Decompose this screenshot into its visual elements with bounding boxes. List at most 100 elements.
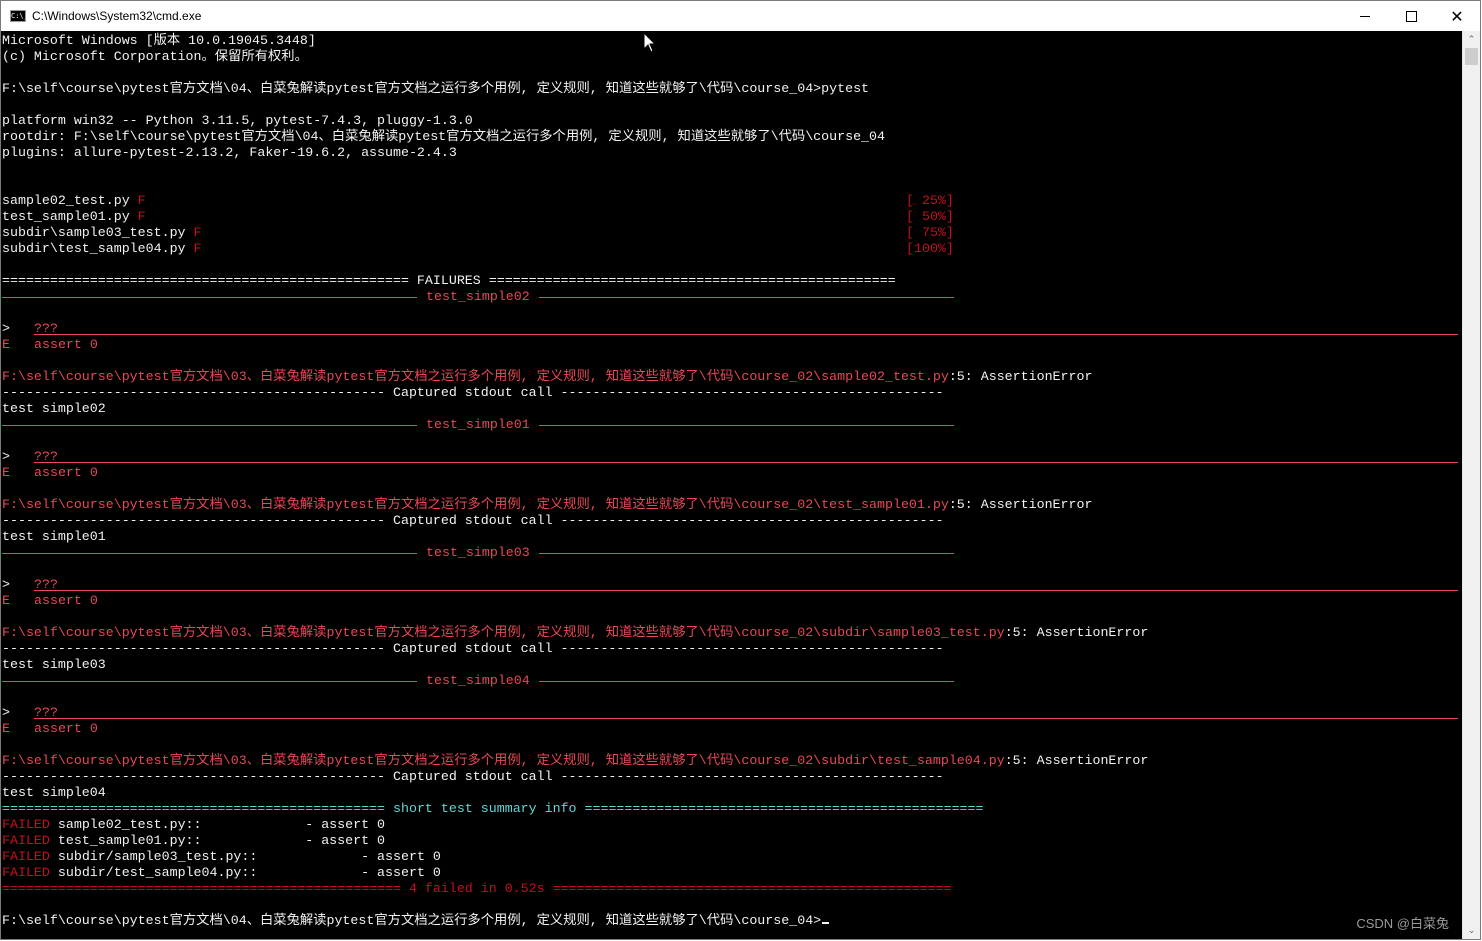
failure-location: F:\self\course\pytest官方文档\03、白菜兔解读pytest…: [2, 497, 1092, 513]
section-rule-left: [2, 425, 417, 426]
text-cursor: [822, 922, 830, 924]
progress-row: test_sample01.py F: [2, 209, 146, 225]
summary-test: subdir/test_sample04.py:: - assert 0: [57, 865, 441, 880]
captured-stdout-header: ----------------------------------------…: [2, 769, 944, 784]
console-line-rootdir: rootdir: F:\self\course\pytest官方文档\04、白菜…: [2, 129, 885, 144]
failure-location-suffix: :5: AssertionError: [948, 369, 1093, 384]
section-rule-right: [539, 297, 954, 298]
progress-result: F: [193, 241, 202, 256]
progress-file: test_sample01.py: [2, 209, 130, 224]
final-result-line: ========================================…: [2, 881, 952, 896]
scroll-up-button[interactable]: ⌃: [1463, 31, 1480, 48]
minimize-button[interactable]: [1342, 1, 1388, 31]
failure-location-path: F:\self\course\pytest官方文档\03、白菜兔解读pytest…: [2, 369, 949, 384]
summary-header: ========================================…: [2, 801, 984, 817]
final-prompt-text: F:\self\course\pytest官方文档\04、白菜兔解读pytest…: [2, 913, 822, 928]
failure-location-path: F:\self\course\pytest官方文档\03、白菜兔解读pytest…: [2, 497, 949, 512]
failure-test-name: test_simple01: [426, 417, 530, 432]
console-output[interactable]: Microsoft Windows [版本 10.0.19045.3448] (…: [1, 31, 1465, 939]
failure-error: assert 0: [34, 337, 98, 352]
chevron-down-icon: ⌄: [1467, 925, 1476, 936]
failure-location: F:\self\course\pytest官方文档\03、白菜兔解读pytest…: [2, 369, 1092, 385]
failure-arrow: >: [2, 577, 10, 592]
failure-error: assert 0: [34, 465, 98, 480]
failure-error: assert 0: [34, 593, 98, 608]
cmd-window: C:\_ C:\Windows\System32\cmd.exe ✕ Micro…: [0, 0, 1481, 940]
captured-stdout-header: ----------------------------------------…: [2, 641, 944, 656]
section-rule-right: [539, 553, 954, 554]
section-rule-right: [539, 681, 954, 682]
summary-row: FAILED test_sample01.py:: - assert 0: [2, 833, 385, 849]
section-rule-left: [2, 553, 417, 554]
summary-status: FAILED: [2, 833, 50, 848]
progress-row: subdir\sample03_test.py F: [2, 225, 202, 241]
summary-header-left: ========================================…: [2, 801, 386, 816]
minimize-icon: [1360, 15, 1370, 17]
final-prompt[interactable]: F:\self\course\pytest官方文档\04、白菜兔解读pytest…: [2, 913, 830, 929]
close-button[interactable]: ✕: [1434, 1, 1480, 31]
section-rule-left: [2, 297, 417, 298]
console-line-plugins: plugins: allure-pytest-2.13.2, Faker-19.…: [2, 145, 457, 160]
failure-location-suffix: :5: AssertionError: [948, 497, 1093, 512]
console-line-platform: platform win32 -- Python 3.11.5, pytest-…: [2, 113, 473, 128]
section-rule-right: [539, 425, 954, 426]
progress-percent: [ 75%]: [906, 225, 954, 240]
failures-header: ========================================…: [2, 273, 896, 288]
captured-stdout-text: test simple01: [2, 529, 106, 544]
maximize-button[interactable]: [1388, 1, 1434, 31]
progress-file: subdir\test_sample04.py: [2, 241, 186, 256]
progress-file: sample02_test.py: [2, 193, 130, 208]
failure-location-suffix: :5: AssertionError: [1004, 625, 1149, 640]
vertical-scrollbar[interactable]: ⌃ ⌄: [1462, 31, 1480, 939]
window-controls: ✕: [1342, 1, 1480, 31]
failure-code-underline: [34, 590, 1458, 591]
scroll-down-button[interactable]: ⌄: [1463, 922, 1480, 939]
failure-arrow: >: [2, 705, 10, 720]
cmd-app-icon[interactable]: C:\_: [10, 10, 26, 22]
progress-result: F: [137, 193, 146, 208]
title-bar[interactable]: C:\_ C:\Windows\System32\cmd.exe ✕: [1, 1, 1480, 31]
close-icon: ✕: [1450, 6, 1464, 26]
failure-location-path: F:\self\course\pytest官方文档\03、白菜兔解读pytest…: [2, 625, 1005, 640]
console-line-copyright: (c) Microsoft Corporation。保留所有权利。: [2, 49, 308, 64]
progress-file: subdir\sample03_test.py: [2, 225, 186, 240]
console-line-version: Microsoft Windows [版本 10.0.19045.3448]: [2, 33, 316, 48]
captured-stdout-header: ----------------------------------------…: [2, 385, 944, 400]
summary-row: FAILED subdir/sample03_test.py:: - asser…: [2, 849, 441, 865]
failure-location: F:\self\course\pytest官方文档\03、白菜兔解读pytest…: [2, 753, 1148, 769]
csdn-watermark: CSDN @白菜兔: [1356, 916, 1449, 931]
failure-location-suffix: :5: AssertionError: [1004, 753, 1149, 768]
section-rule-left: [2, 681, 417, 682]
failure-code-underline: [34, 462, 1458, 463]
progress-percent: [100%]: [906, 241, 954, 256]
progress-row: sample02_test.py F: [2, 193, 146, 209]
failure-arrow: >: [2, 321, 10, 336]
chevron-up-icon: ⌃: [1467, 34, 1476, 45]
summary-header-title: short test summary info: [393, 801, 577, 816]
failure-arrow: >: [2, 449, 10, 464]
captured-stdout-header: ----------------------------------------…: [2, 513, 944, 528]
failure-location: F:\self\course\pytest官方文档\03、白菜兔解读pytest…: [2, 625, 1148, 641]
summary-test: test_sample01.py:: - assert 0: [57, 833, 386, 848]
failure-location-path: F:\self\course\pytest官方文档\03、白菜兔解读pytest…: [2, 753, 1005, 768]
summary-status: FAILED: [2, 817, 50, 832]
progress-result: F: [137, 209, 146, 224]
progress-result: F: [193, 225, 202, 240]
summary-status: FAILED: [2, 849, 50, 864]
failure-error-prefix: E: [2, 337, 10, 352]
captured-stdout-text: test simple04: [2, 785, 106, 800]
summary-header-right: ========================================…: [584, 801, 984, 816]
scroll-thumb[interactable]: [1465, 48, 1478, 65]
summary-row: FAILED subdir/test_sample04.py:: - asser…: [2, 865, 441, 881]
mouse-pointer-icon: [643, 32, 657, 53]
failure-error: assert 0: [34, 721, 98, 736]
summary-row: FAILED sample02_test.py:: - assert 0: [2, 817, 385, 833]
maximize-icon: [1405, 10, 1417, 22]
failure-test-name: test_simple04: [426, 673, 530, 688]
progress-percent: [ 50%]: [906, 209, 954, 224]
captured-stdout-text: test simple03: [2, 657, 106, 672]
summary-status: FAILED: [2, 865, 50, 880]
failure-test-name: test_simple02: [426, 289, 530, 304]
failure-code-underline: [34, 334, 1458, 335]
progress-row: subdir\test_sample04.py F: [2, 241, 202, 257]
